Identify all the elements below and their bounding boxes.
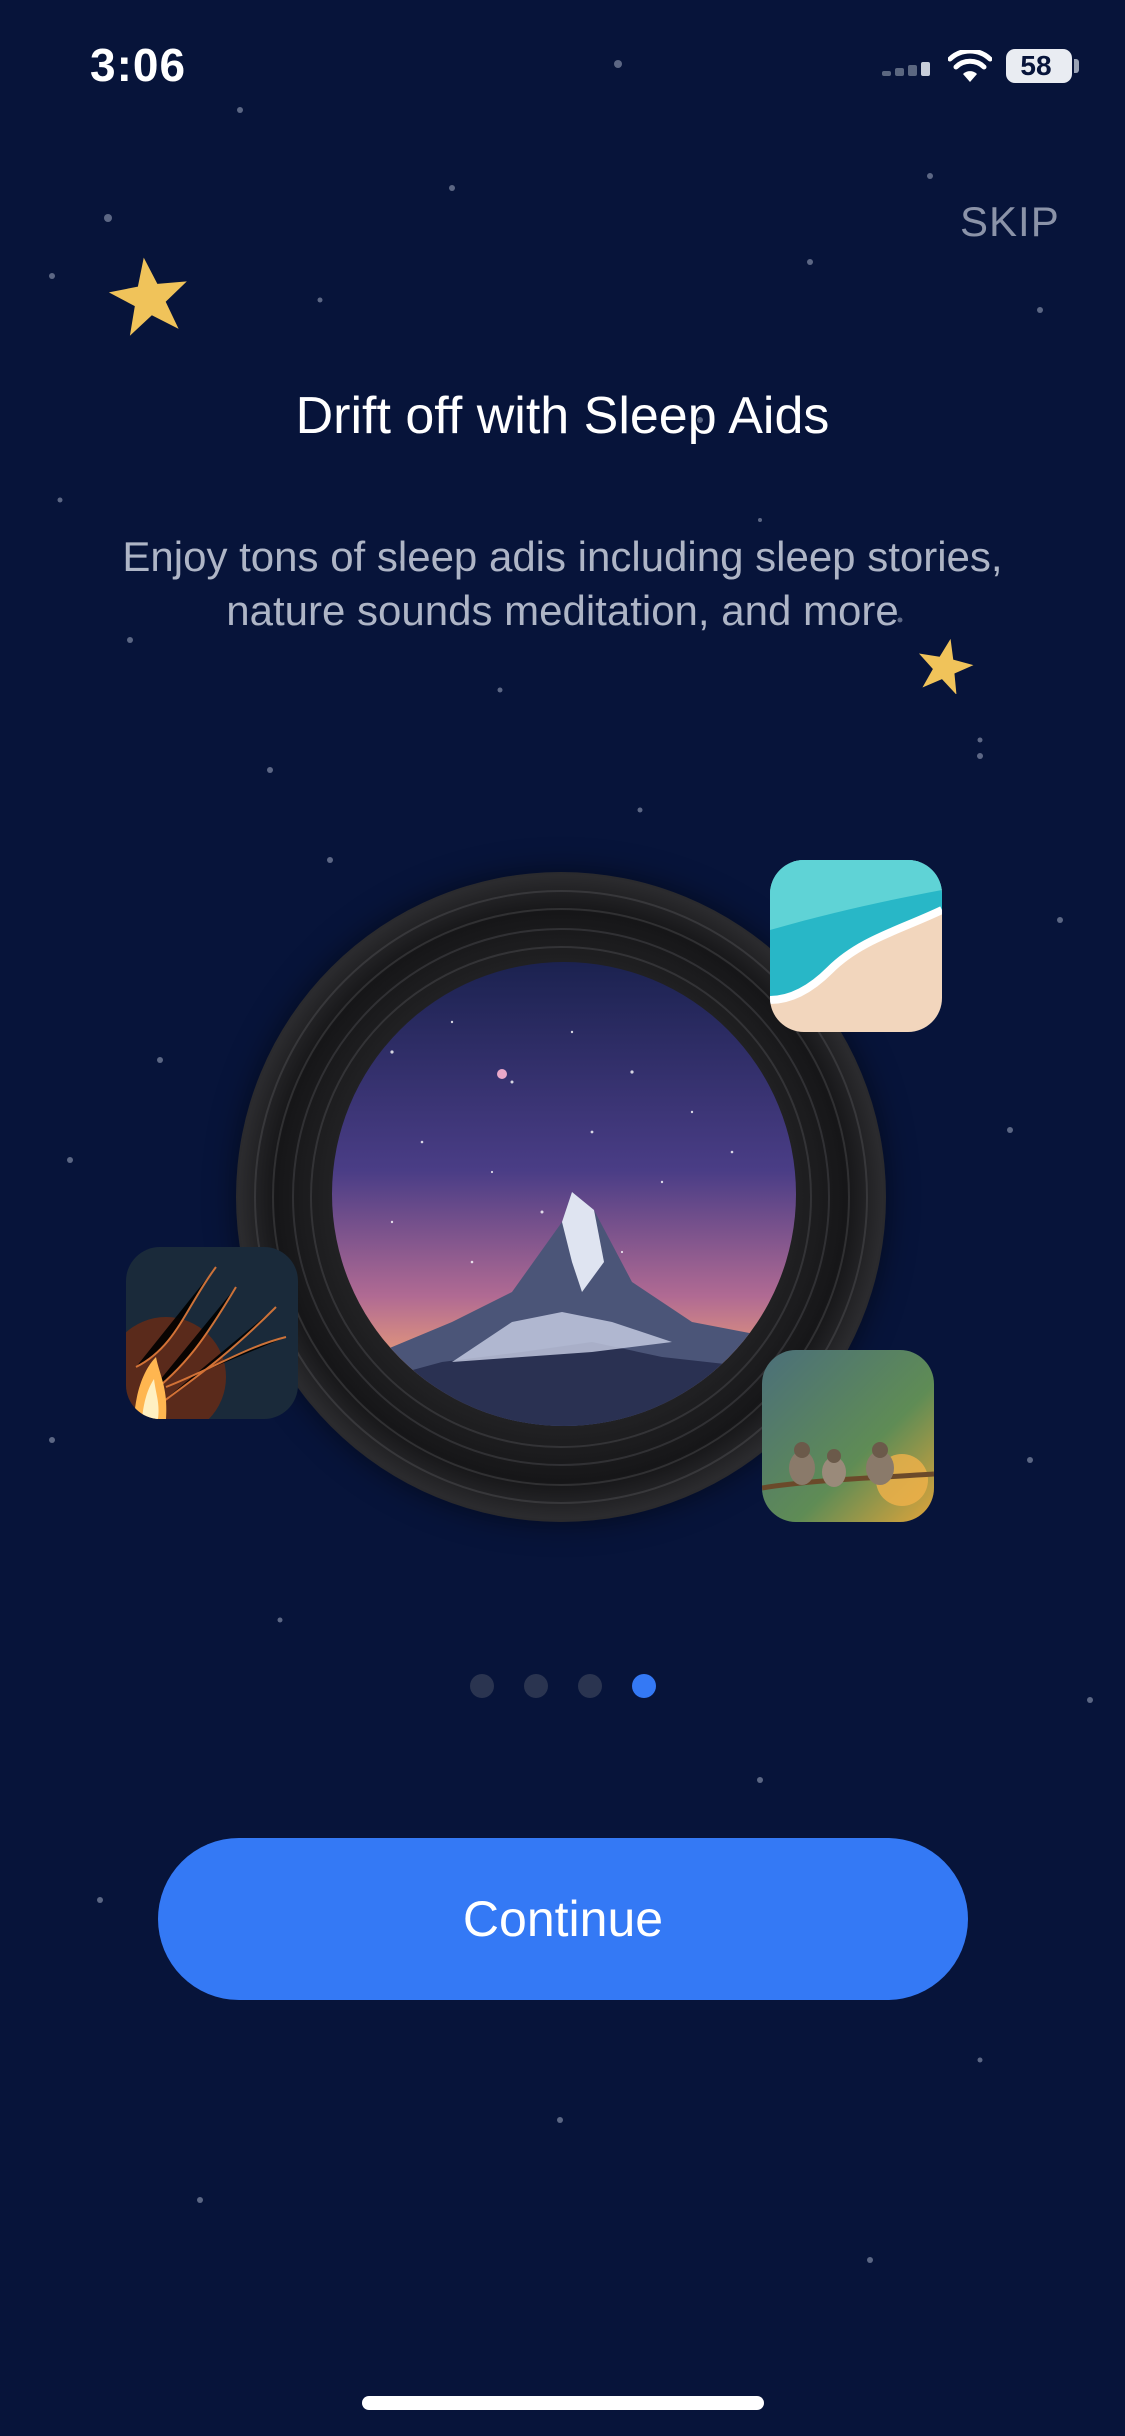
page-dot-3[interactable] <box>578 1674 602 1698</box>
skip-button[interactable]: SKIP <box>960 198 1060 246</box>
page-dot-1[interactable] <box>470 1674 494 1698</box>
home-indicator[interactable] <box>362 2396 764 2410</box>
campfire-image <box>126 1247 298 1419</box>
signal-icon <box>882 62 930 76</box>
continue-button[interactable]: Continue <box>158 1838 968 2000</box>
subtitle-line-2: nature sounds meditation, and more <box>226 587 899 634</box>
battery-level: 58 <box>1020 50 1052 81</box>
status-time: 3:06 <box>90 39 187 91</box>
page-dot-4-active[interactable] <box>632 1674 656 1698</box>
wifi-icon <box>948 50 992 82</box>
star-icon <box>918 638 974 694</box>
mountain-night-sky-image <box>332 962 796 1426</box>
page-indicator <box>470 1674 660 1698</box>
battery-icon: 58 <box>1006 49 1072 83</box>
birds-on-branch-image <box>762 1350 934 1522</box>
beach-wave-image <box>770 860 942 1032</box>
battery-cap <box>1074 59 1079 73</box>
page-dot-2[interactable] <box>524 1674 548 1698</box>
page-title: Drift off with Sleep Aids <box>295 387 830 445</box>
star-icon <box>108 257 187 336</box>
subtitle-line-1: Enjoy tons of sleep adis including sleep… <box>122 533 1003 580</box>
page-subtitle: Enjoy tons of sleep adis including sleep… <box>60 530 1065 638</box>
